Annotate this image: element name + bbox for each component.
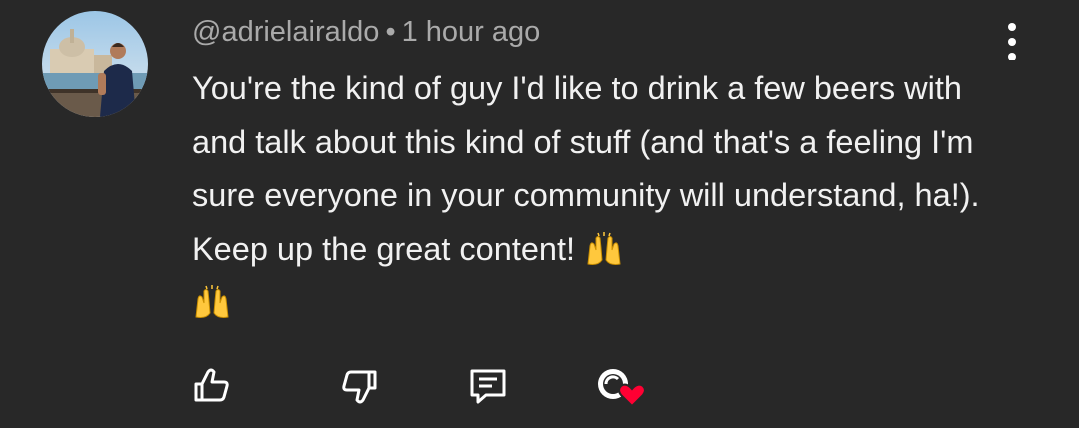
meta-separator: • [385, 16, 396, 48]
dislike-button[interactable] [335, 362, 383, 410]
creator-heart-icon [598, 369, 646, 408]
comment-author[interactable]: @adrielairaldo [192, 16, 379, 48]
reply-button[interactable] [464, 362, 512, 410]
raising-hands-emoji [584, 230, 624, 266]
reply-icon [470, 369, 506, 404]
creator-heart-button[interactable] [593, 362, 646, 410]
avatar[interactable] [42, 11, 148, 117]
comment-timestamp[interactable]: 1 hour ago [402, 16, 541, 48]
comment-text-block: You're the kind of guy I'd like to drink… [192, 62, 1012, 330]
raising-hands-emoji [192, 283, 232, 319]
thumbs-down-icon [342, 370, 377, 404]
thumbs-up-icon [194, 368, 229, 402]
more-options-button[interactable] [996, 18, 1028, 61]
more-vert-icon [1008, 23, 1016, 61]
like-button[interactable] [188, 362, 236, 410]
comment-meta: @adrielairaldo • 1 hour ago [192, 13, 540, 51]
